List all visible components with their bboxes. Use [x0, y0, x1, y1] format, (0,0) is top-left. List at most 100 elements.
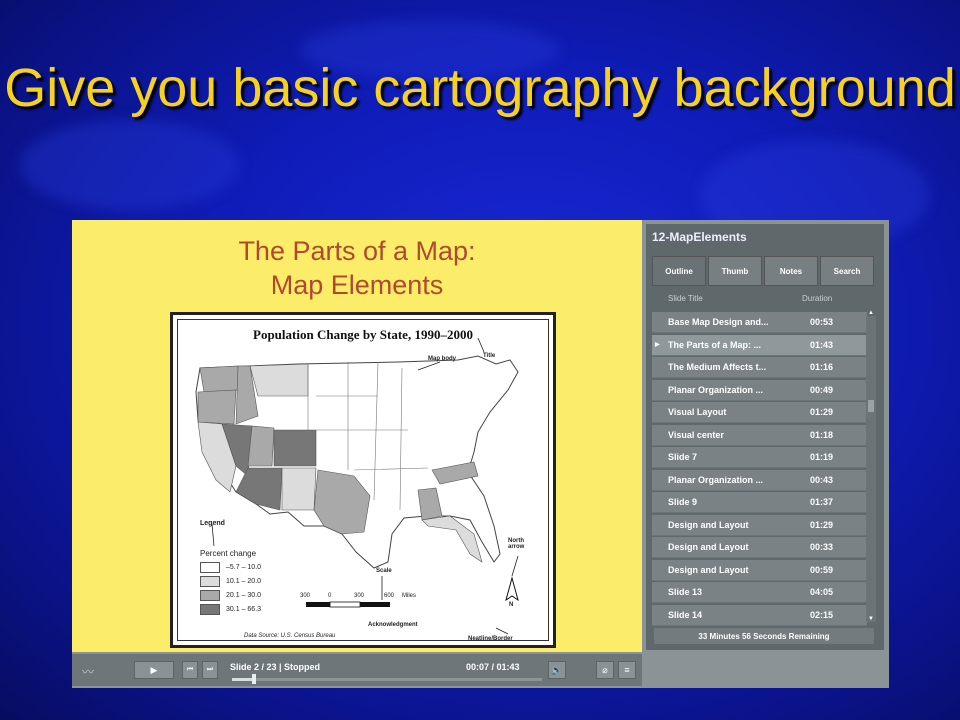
outline-row-duration: 01:16 [810, 362, 834, 372]
outline-row-duration: 01:18 [810, 429, 834, 440]
state-wa [199, 365, 239, 393]
legend-swatch [200, 589, 220, 601]
playback-status: Slide 2 / 23 | Stopped [230, 662, 321, 672]
neatline-callout-line [495, 627, 509, 635]
previous-button[interactable]: ⏮ [182, 661, 198, 679]
map-figure: Population Change by State, 1990–2000 Ti… [170, 312, 556, 648]
column-slide-title: Slide Title [668, 294, 703, 303]
north-label: N [509, 602, 514, 608]
progress-knob[interactable] [251, 674, 256, 684]
background-shape [20, 120, 240, 210]
outline-row-title: Slide 7 [668, 452, 698, 462]
legend-item: 30.1 – 66.3 [200, 603, 262, 615]
outline-row-title: Slide 9 [668, 497, 698, 507]
menu-button[interactable]: ≡ [618, 661, 636, 679]
outline-row-duration: 04:05 [810, 587, 834, 597]
outline-row-title: Slide 13 [668, 587, 703, 597]
callout-scale: Scale [376, 568, 392, 574]
outline-row-title: Slide 14 [668, 609, 703, 620]
outline-row[interactable]: Slide 14 02:15 [652, 604, 867, 626]
tab-thumb[interactable]: Thumb [708, 256, 762, 286]
callout-title: Title [483, 353, 496, 359]
outline-row[interactable]: Visual Layout 01:29 [652, 402, 867, 423]
outline-row-duration: 01:29 [810, 519, 834, 530]
volume-icon: 🔈 [551, 664, 563, 675]
stage-title: The Parts of a Map: Map Elements [72, 234, 642, 302]
player-logo-icon: 〰 [82, 665, 95, 679]
legend-title: Percent change [200, 549, 257, 558]
scroll-down-icon[interactable]: ▼ [866, 616, 876, 624]
state-nm [281, 467, 317, 511]
play-button[interactable]: ▶ [134, 661, 174, 679]
outline-row-title: Planar Organization ... [668, 474, 764, 485]
legend-label: 30.1 – 66.3 [226, 605, 262, 613]
outline-row-title: Visual Layout [668, 407, 727, 417]
tab-notes[interactable]: Notes [764, 256, 818, 286]
outline-row-duration: 00:33 [810, 542, 834, 552]
outline-row-duration: 01:19 [810, 452, 834, 462]
menu-icon: ≡ [624, 665, 630, 675]
column-duration: Duration [802, 294, 833, 303]
legend-swatch [200, 575, 220, 587]
outline-row-duration: 01:37 [810, 497, 834, 507]
scale-tick-3: 600 [384, 593, 395, 599]
outline-row-duration: 00:53 [810, 317, 834, 327]
stage-title-line1: The Parts of a Map: [238, 236, 476, 266]
outline-row-title: The Medium Affects t... [668, 362, 767, 372]
scroll-up-icon[interactable]: ▲ [866, 310, 876, 318]
outline-row-duration: 02:15 [810, 609, 834, 620]
stage-title-line2: Map Elements [270, 270, 444, 300]
scroll-thumb[interactable] [868, 400, 874, 412]
legend-item: 20.1 – 30.0 [200, 589, 262, 601]
callout-legend: Legend [200, 520, 225, 527]
outline-row-duration: 00:49 [810, 384, 834, 395]
progress-fill [232, 678, 254, 681]
outline-row[interactable]: Slide 7 01:19 [652, 447, 867, 468]
outline-row-title: Design and Layout [668, 564, 749, 575]
data-source: Data Source: U.S. Census Bureau [244, 633, 336, 639]
selected-arrow-icon: ▶ [655, 342, 660, 348]
state-co [273, 429, 317, 467]
playback-controls: 〰 ▶ ⏮ ⏭ Slide 2 / 23 | Stopped 00:07 / 0… [72, 654, 642, 686]
outline-row-title: Visual center [668, 429, 724, 440]
slide-stage: The Parts of a Map: Map Elements Populat… [72, 220, 642, 652]
tab-search[interactable]: Search [820, 256, 874, 286]
outline-row-title: The Parts of a Map: ... [668, 339, 762, 350]
outline-row[interactable]: The Medium Affects t... 01:16 [652, 357, 867, 378]
legend-item: 10.1 – 20.0 [200, 575, 261, 587]
outline-row[interactable]: Slide 9 01:37 [652, 492, 867, 513]
outline-row-title: Design and Layout [668, 519, 749, 530]
outline-row[interactable]: Design and Layout 00:33 [652, 537, 867, 558]
outline-sidebar: 12-MapElements Outline Thumb Notes Searc… [646, 224, 884, 650]
outline-scrollbar[interactable]: ▲ ▼ [866, 310, 876, 624]
outline-row[interactable]: Planar Organization ... 00:43 [652, 469, 867, 491]
title-callout-line [477, 337, 485, 353]
callout-acknowledgment: Acknowledgment [368, 622, 418, 628]
outline-row[interactable]: Design and Layout 00:59 [652, 559, 867, 581]
outline-row-title: Base Map Design and... [668, 317, 769, 327]
next-button[interactable]: ⏭ [202, 661, 218, 679]
tab-outline[interactable]: Outline [652, 256, 706, 286]
callout-north-arrow: North arrow [508, 538, 525, 550]
outline-list-header: Slide Title Duration [652, 290, 872, 308]
playback-time: 00:07 / 01:43 [466, 662, 520, 672]
outline-row[interactable]: Base Map Design and... 00:53 [652, 312, 867, 333]
outline-row[interactable]: ▶ The Parts of a Map: ... 01:43 [652, 334, 867, 356]
state-or [197, 389, 237, 425]
outline-row[interactable]: Slide 13 04:05 [652, 582, 867, 603]
outline-row[interactable]: Visual center 01:18 [652, 424, 867, 446]
legend-callout-line [211, 523, 215, 547]
callout-neatline: Neatline/Border [468, 636, 513, 642]
outline-row-duration: 01:29 [810, 407, 834, 417]
progress-bar[interactable] [232, 674, 542, 684]
play-icon: ▶ [150, 664, 158, 675]
legend-item: –5.7 – 10.0 [200, 561, 261, 573]
outline-row[interactable]: Planar Organization ... 00:49 [652, 379, 867, 401]
scale-bar [306, 576, 390, 608]
outline-row[interactable]: Design and Layout 01:29 [652, 514, 867, 536]
scale-tick-0: 300 [300, 593, 311, 599]
attachments-button[interactable]: ⌀ [596, 661, 614, 679]
legend-label: 20.1 – 30.0 [226, 591, 262, 599]
volume-button[interactable]: 🔈 [548, 661, 566, 679]
scale-tick-1: 0 [328, 593, 332, 599]
